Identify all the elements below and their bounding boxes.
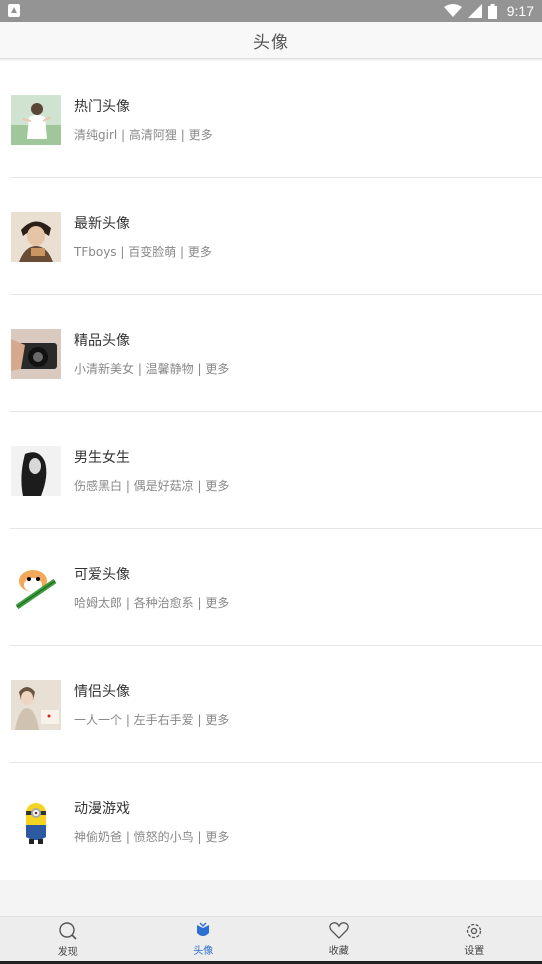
item-title: 男生女生 <box>74 450 130 466</box>
list-item-hot[interactable]: 热门头像 清纯girl | 高清阿狸 | 更多 <box>0 61 542 178</box>
tab-avatar[interactable]: 头像 <box>136 917 272 961</box>
latest-avatar-thumbnail <box>11 211 61 262</box>
notification-icon <box>8 4 20 17</box>
list-item-quality[interactable]: 精品头像 小清新美女 | 温馨静物 | 更多 <box>0 295 542 412</box>
hot-avatar-thumbnail <box>11 94 61 145</box>
heart-icon <box>328 921 349 939</box>
tab-label: 发现 <box>57 946 78 958</box>
category-list: 热门头像 清纯girl | 高清阿狸 | 更多 最新头像 TFboys | 百变… <box>0 61 542 880</box>
list-item-latest[interactable]: 最新头像 TFboys | 百变脸萌 | 更多 <box>0 178 542 295</box>
tab-label: 头像 <box>193 945 214 957</box>
item-subtitle: 哈姆太郎 | 各种治愈系 | 更多 <box>74 596 230 610</box>
status-bar: 9:17 <box>0 0 542 22</box>
item-subtitle: 神偷奶爸 | 愤怒的小鸟 | 更多 <box>74 830 230 844</box>
item-subtitle: 小清新美女 | 温馨静物 | 更多 <box>74 362 230 376</box>
battery-icon <box>487 3 497 19</box>
item-title: 热门头像 <box>74 99 130 115</box>
status-icons: 9:17 <box>443 0 534 22</box>
item-title: 精品头像 <box>74 333 130 349</box>
item-subtitle: TFboys | 百变脸萌 | 更多 <box>74 245 212 259</box>
wifi-icon <box>443 4 462 17</box>
item-title: 可爱头像 <box>74 567 130 583</box>
item-subtitle: 一人一个 | 左手右手爱 | 更多 <box>74 713 230 727</box>
bottom-tab-bar: 发现 头像 收藏 设置 <box>0 916 542 961</box>
anime-avatar-thumbnail <box>11 796 61 847</box>
search-icon <box>59 921 77 940</box>
gear-icon <box>467 923 482 938</box>
list-item-cute[interactable]: 可爱头像 哈姆太郎 | 各种治愈系 | 更多 <box>0 529 542 646</box>
avatar-icon <box>197 922 210 936</box>
clock-time: 9:17 <box>506 3 534 19</box>
cute-avatar-thumbnail <box>11 562 61 613</box>
tab-settings[interactable]: 设置 <box>407 917 542 961</box>
tab-favorites[interactable]: 收藏 <box>271 917 407 961</box>
signal-icon <box>467 4 482 18</box>
tab-label: 设置 <box>464 945 485 957</box>
couple-avatar-thumbnail <box>11 679 61 730</box>
item-title: 最新头像 <box>74 216 130 232</box>
boys-girls-avatar-thumbnail <box>11 445 61 496</box>
page-title: 头像 <box>253 32 289 53</box>
item-subtitle: 伤感黑白 | 偶是好菇凉 | 更多 <box>74 479 230 493</box>
quality-avatar-thumbnail <box>11 328 61 379</box>
item-subtitle: 清纯girl | 高清阿狸 | 更多 <box>74 128 213 142</box>
item-title: 情侣头像 <box>74 684 130 700</box>
app-header: 头像 <box>0 22 542 59</box>
list-item-anime[interactable]: 动漫游戏 神偷奶爸 | 愤怒的小鸟 | 更多 <box>0 763 542 880</box>
list-item-couple[interactable]: 情侣头像 一人一个 | 左手右手爱 | 更多 <box>0 646 542 763</box>
item-title: 动漫游戏 <box>74 801 130 817</box>
list-item-boys-girls[interactable]: 男生女生 伤感黑白 | 偶是好菇凉 | 更多 <box>0 412 542 529</box>
tab-label: 收藏 <box>328 945 349 957</box>
tab-discover[interactable]: 发现 <box>0 917 136 961</box>
